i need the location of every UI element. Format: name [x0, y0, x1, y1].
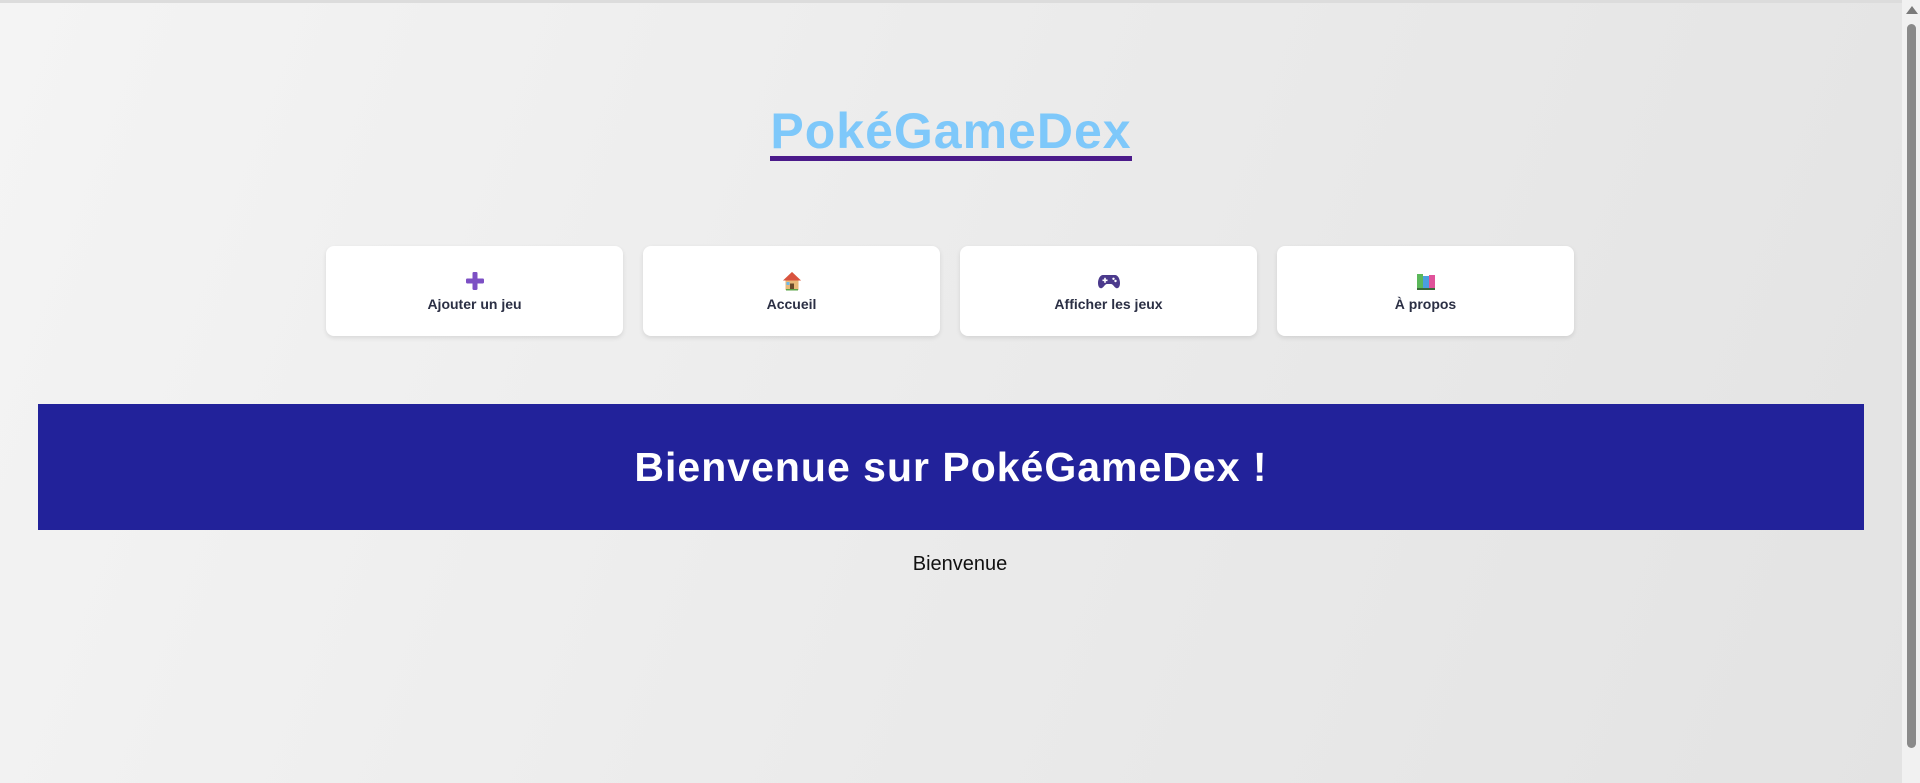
nav-card-about[interactable]: À propos — [1277, 246, 1574, 336]
plus-icon — [465, 270, 485, 292]
nav-label-show-games: Afficher les jeux — [1054, 296, 1163, 312]
vertical-scrollbar[interactable] — [1902, 0, 1920, 783]
welcome-banner: Bienvenue sur PokéGameDex ! — [38, 404, 1864, 530]
main-nav: Ajouter un jeu Accueil Afficher les jeux… — [326, 246, 1576, 336]
house-icon — [782, 270, 802, 292]
gamepad-icon — [1097, 270, 1120, 292]
scrollbar-thumb[interactable] — [1907, 24, 1916, 748]
nav-label-add-game: Ajouter un jeu — [427, 296, 522, 312]
page-viewport: PokéGameDex Ajouter un jeu Accueil Affic… — [0, 0, 1902, 783]
nav-label-about: À propos — [1394, 296, 1457, 312]
banner-title: Bienvenue sur PokéGameDex ! — [634, 443, 1268, 490]
nav-card-home[interactable]: Accueil — [643, 246, 940, 336]
books-icon — [1416, 270, 1436, 292]
site-logo-link[interactable]: PokéGameDex — [770, 106, 1132, 161]
header: PokéGameDex — [0, 106, 1902, 161]
nav-label-home: Accueil — [766, 296, 817, 312]
scroll-up-arrow-icon[interactable] — [1906, 6, 1918, 14]
nav-card-add-game[interactable]: Ajouter un jeu — [326, 246, 623, 336]
welcome-text: Bienvenue — [912, 553, 1008, 575]
nav-card-show-games[interactable]: Afficher les jeux — [960, 246, 1257, 336]
